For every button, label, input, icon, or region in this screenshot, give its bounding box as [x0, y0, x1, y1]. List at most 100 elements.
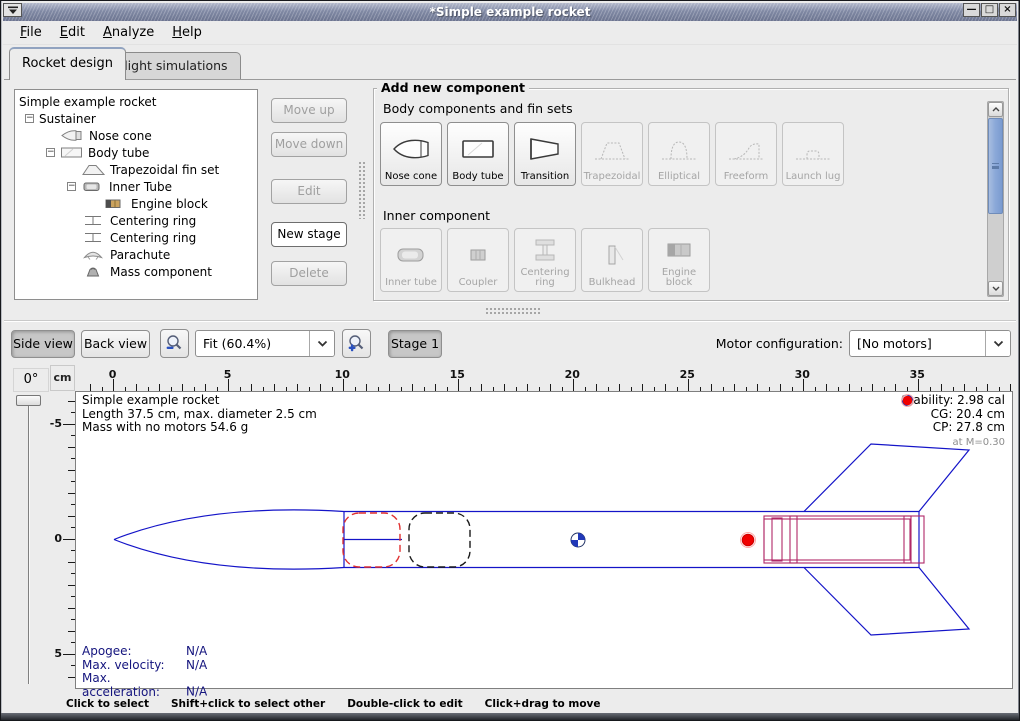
tree-item-label: Centering ring — [110, 231, 196, 245]
inner-tube-icon — [81, 180, 104, 193]
minimize-button[interactable]: — — [963, 3, 980, 17]
mass-component-icon — [82, 265, 105, 278]
zoom-combo-arrow[interactable] — [309, 331, 334, 356]
tree-item-label: Body tube — [88, 146, 149, 160]
mass-component-outline[interactable] — [409, 513, 470, 567]
tree-item-inner-tube[interactable]: − Inner Tube — [15, 178, 257, 195]
window-bottom-edge — [1, 713, 1019, 720]
nose-cone-icon — [391, 126, 431, 172]
tree-item-centering-ring[interactable]: Centering ring — [15, 212, 257, 229]
zoom-out-button[interactable] — [160, 329, 189, 358]
horizontal-splitter-handle[interactable] — [485, 307, 541, 314]
tree-item-label: Trapezoidal fin set — [110, 163, 219, 177]
add-trapezoidal-button: Trapezoidal — [581, 122, 643, 186]
window-menu-button[interactable] — [3, 3, 22, 17]
zoom-in-button[interactable] — [342, 329, 371, 358]
back-view-button[interactable]: Back view — [81, 330, 150, 358]
horizontal-ruler: 05101520253035 — [75, 365, 1013, 391]
body-tube-icon — [60, 146, 83, 159]
zoom-level-value: Fit (60.4%) — [196, 331, 309, 356]
scrollbar-grip — [992, 163, 999, 167]
add-component-panel: Add new component Body components and fi… — [373, 88, 1009, 301]
tree-item-engine-block[interactable]: Engine block — [15, 195, 257, 212]
close-button[interactable]: × — [999, 3, 1016, 17]
menu-item-help[interactable]: Help — [163, 22, 211, 43]
add-coupler-button: Coupler — [447, 228, 509, 292]
body-tube-outline — [344, 512, 919, 568]
parachute-icon — [82, 248, 105, 261]
status-hint: Shift+click to select other — [171, 698, 325, 710]
add-body-tube-button[interactable]: Body tube — [447, 122, 509, 186]
tree-item-centering-ring[interactable]: Centering ring — [15, 229, 257, 246]
body-tube-icon — [458, 126, 498, 172]
nose-cone-outline — [114, 510, 344, 569]
rotation-slider-handle[interactable] — [16, 395, 41, 406]
vertical-splitter-handle[interactable] — [358, 161, 365, 219]
tree-item-trapezoidal-fin-set[interactable]: Trapezoidal fin set — [15, 161, 257, 178]
centering-ring-outline — [790, 516, 797, 563]
scroll-down-button[interactable] — [988, 281, 1003, 296]
menu-bar: FileEditAnalyzeHelp — [3, 21, 1017, 45]
collapse-icon[interactable]: − — [46, 148, 55, 157]
inner-tube-icon — [391, 232, 431, 278]
component-tree[interactable]: Simple example rocket−SustainerNose cone… — [14, 89, 258, 300]
cp-value: CP: 27.8 cm — [933, 421, 1005, 435]
add-freeform-button: Freeform — [715, 122, 777, 186]
centering-ring-icon — [82, 214, 105, 227]
tree-item-label: Inner Tube — [109, 180, 172, 194]
title-bar: *Simple example rocket — [3, 3, 1017, 21]
engine-block-icon — [103, 197, 126, 210]
zoom-level-select[interactable]: Fit (60.4%) — [195, 330, 335, 357]
stage-1-button[interactable]: Stage 1 — [388, 330, 442, 358]
scroll-up-button[interactable] — [988, 102, 1003, 117]
window-title: *Simple example rocket — [430, 5, 591, 19]
menu-item-file[interactable]: File — [11, 22, 51, 43]
menu-item-analyze[interactable]: Analyze — [94, 22, 163, 43]
centering-ring-icon — [525, 232, 565, 268]
side-view-button[interactable]: Side view — [11, 330, 75, 358]
collapse-icon[interactable]: − — [25, 114, 34, 123]
engine-block-outline — [772, 518, 782, 561]
add-nose-cone-button[interactable]: Nose cone — [380, 122, 442, 186]
new-stage-button[interactable]: New stage — [271, 222, 347, 247]
flight-row: Apogee:N/A — [82, 645, 207, 659]
menu-item-edit[interactable]: Edit — [51, 22, 94, 43]
add-bulkhead-button: Bulkhead — [581, 228, 643, 292]
tab-content-border — [4, 79, 1016, 80]
tree-item-label: Parachute — [110, 248, 170, 262]
tree-item-mass-component[interactable]: Mass component — [15, 263, 257, 280]
centering-ring-icon — [82, 231, 105, 244]
zoom-out-icon — [165, 334, 184, 353]
tree-item-body-tube[interactable]: − Body tube — [15, 144, 257, 161]
ruler-unit-button[interactable]: cm — [50, 365, 75, 391]
rocket-name: Simple example rocket — [82, 394, 317, 408]
chevron-down-icon — [992, 286, 1000, 291]
launch-lug-icon — [793, 126, 833, 172]
scrollbar-thumb[interactable] — [988, 118, 1003, 214]
motor-combo-arrow[interactable] — [985, 331, 1010, 356]
add-launch-lug-button: Launch lug — [782, 122, 844, 186]
inner-tube-assembly[interactable] — [764, 516, 924, 563]
fin-set-icon — [82, 163, 105, 176]
rocket-info: Simple example rocket Length 37.5 cm, ma… — [82, 394, 317, 435]
cp-icon — [901, 394, 914, 407]
zoom-in-icon — [347, 334, 366, 353]
cg-value: CG: 20.4 cm — [931, 408, 1005, 422]
rotation-slider-track[interactable] — [28, 400, 30, 684]
tree-item-parachute[interactable]: Parachute — [15, 246, 257, 263]
motor-configuration-select[interactable]: [No motors] — [849, 330, 1011, 357]
tree-item-nose-cone[interactable]: Nose cone — [15, 127, 257, 144]
tree-item-label: Simple example rocket — [19, 95, 156, 109]
tree-item-label: Mass component — [110, 265, 212, 279]
collapse-icon[interactable]: − — [67, 182, 76, 191]
maximize-button[interactable]: □ — [981, 3, 998, 17]
rocket-diagram[interactable] — [76, 392, 1012, 688]
tree-item-simple-example-rocket[interactable]: Simple example rocket — [15, 93, 257, 110]
tree-item-sustainer[interactable]: −Sustainer — [15, 110, 257, 127]
flight-data: Apogee:N/AMax. velocity:N/AMax. accelera… — [82, 645, 207, 699]
tab-rocket-design[interactable]: Rocket design — [9, 47, 126, 80]
rocket-canvas[interactable]: Simple example rocket Length 37.5 cm, ma… — [75, 391, 1013, 689]
app-window: *Simple example rocket — □ × FileEditAna… — [0, 0, 1020, 721]
component-panel-scrollbar[interactable] — [987, 101, 1004, 297]
add-transition-button[interactable]: Transition — [514, 122, 576, 186]
